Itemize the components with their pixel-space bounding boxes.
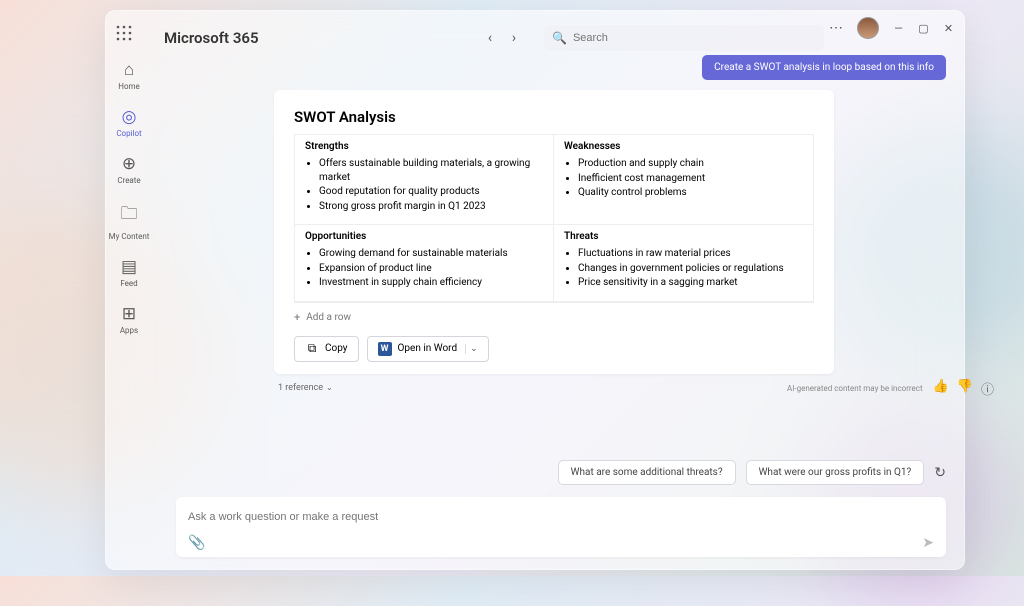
- sidebar-item-apps[interactable]: ⊞ Apps: [108, 301, 150, 338]
- suggestion-chip[interactable]: What are some additional threats?: [558, 460, 736, 485]
- swot-threats-cell: Threats Fluctuations in raw material pri…: [554, 225, 813, 302]
- sidebar-item-copilot[interactable]: ◎ Copilot: [108, 104, 150, 141]
- chevron-down-icon[interactable]: ⌄: [465, 344, 478, 354]
- nav-back-icon[interactable]: ‹: [480, 28, 500, 48]
- word-icon: W: [378, 342, 392, 356]
- thumbs-down-icon[interactable]: 👎: [957, 379, 973, 398]
- sidebar-item-mycontent[interactable]: 🗀 My Content: [108, 198, 150, 244]
- search-box[interactable]: 🔍: [544, 25, 824, 51]
- copilot-icon: ◎: [122, 107, 137, 127]
- info-icon[interactable]: ⓘ: [981, 379, 994, 398]
- ai-disclaimer: AI-generated content may be incorrect: [787, 384, 923, 393]
- sidebar-item-feed[interactable]: ▤ Feed: [108, 254, 150, 291]
- card-title: SWOT Analysis: [294, 108, 814, 126]
- refresh-suggestions-icon[interactable]: ↻: [934, 465, 946, 481]
- avatar[interactable]: [857, 17, 879, 39]
- chevron-down-icon: ⌄: [326, 383, 333, 392]
- folder-icon: 🗀: [121, 201, 138, 230]
- maximize-icon[interactable]: ▢: [918, 23, 929, 34]
- response-card: SWOT Analysis Strengths Offers sustainab…: [274, 90, 834, 374]
- attach-icon[interactable]: 📎: [188, 535, 205, 551]
- suggestion-chip[interactable]: What were our gross profits in Q1?: [746, 460, 925, 485]
- copy-button[interactable]: ⧉ Copy: [294, 336, 359, 362]
- apps-icon: ⊞: [122, 304, 136, 324]
- sidebar-item-create[interactable]: ⊕ Create: [108, 151, 150, 188]
- app-window: ⋯ — ▢ ✕ Microsoft 365 ‹ › 🔍 ⌂ Home ◎ Cop…: [105, 10, 965, 570]
- swot-table: Strengths Offers sustainable building ma…: [294, 134, 814, 303]
- search-input[interactable]: [573, 32, 816, 44]
- app-launcher-icon[interactable]: [116, 25, 132, 45]
- close-icon[interactable]: ✕: [943, 23, 954, 34]
- copy-icon: ⧉: [305, 342, 319, 356]
- home-icon: ⌂: [124, 60, 134, 80]
- compose-input[interactable]: [188, 511, 934, 523]
- open-in-word-button[interactable]: W Open in Word ⌄: [367, 336, 489, 362]
- feed-icon: ▤: [121, 257, 137, 277]
- create-icon: ⊕: [122, 154, 136, 174]
- search-icon: 🔍: [552, 31, 567, 45]
- nav-forward-icon[interactable]: ›: [504, 28, 524, 48]
- swot-strengths-cell: Strengths Offers sustainable building ma…: [295, 135, 554, 225]
- add-row-button[interactable]: + Add a row: [294, 311, 814, 324]
- user-message-bubble: Create a SWOT analysis in loop based on …: [702, 55, 946, 80]
- send-icon[interactable]: ➤: [922, 535, 934, 551]
- brand-title: Microsoft 365: [164, 29, 259, 47]
- swot-weaknesses-cell: Weaknesses Production and supply chain I…: [554, 135, 813, 225]
- references-toggle[interactable]: 1 reference⌄: [278, 383, 333, 393]
- more-menu-icon[interactable]: ⋯: [829, 20, 843, 36]
- thumbs-up-icon[interactable]: 👍: [933, 379, 949, 398]
- plus-icon: +: [294, 311, 300, 324]
- compose-box[interactable]: 📎 ➤: [176, 497, 946, 557]
- sidebar-item-home[interactable]: ⌂ Home: [108, 57, 150, 94]
- swot-opportunities-cell: Opportunities Growing demand for sustain…: [295, 225, 554, 302]
- minimize-icon[interactable]: —: [893, 23, 904, 34]
